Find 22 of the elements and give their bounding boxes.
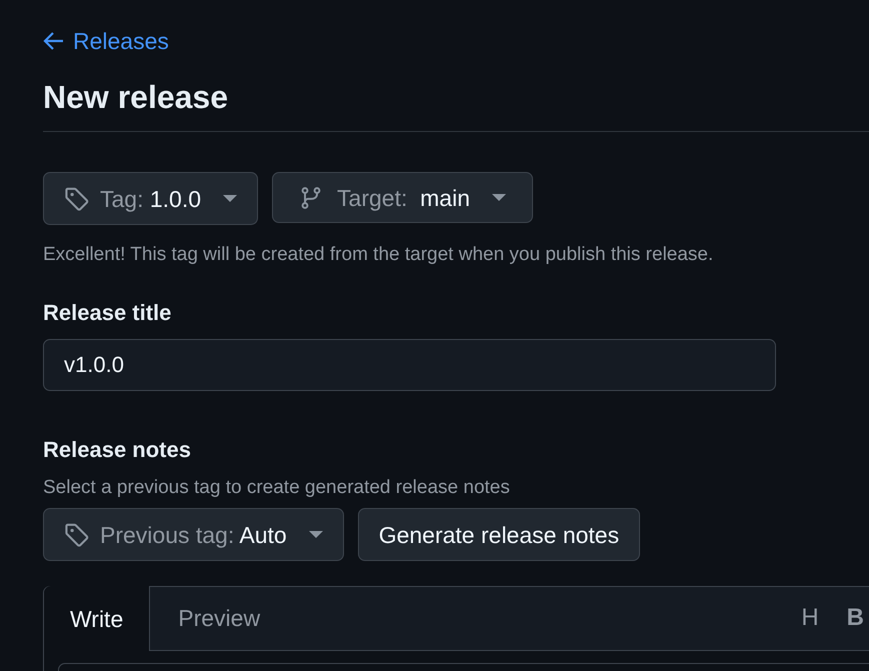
release-notes-hint: Select a previous tag to create generated release notes <box>43 476 511 500</box>
caret-icon <box>492 194 506 202</box>
release-title-label: Release title <box>43 298 172 327</box>
target-dropdown[interactable]: Target: main <box>272 172 533 224</box>
caret-icon <box>223 194 238 203</box>
page-title: New release <box>43 78 230 118</box>
editor-tab[interactable]: Write <box>44 586 150 652</box>
editor-tab[interactable]: Preview <box>150 586 288 650</box>
tag-dropdown[interactable]: Tag: 1.0.0 <box>43 172 258 226</box>
tag-icon <box>64 186 90 212</box>
release-title-field[interactable]: v1.0.0 <box>43 338 776 391</box>
bold-button[interactable]: B <box>846 600 864 636</box>
heading-button[interactable]: H <box>801 600 819 636</box>
caret-icon <box>308 530 323 539</box>
release-notes-label: Release notes <box>43 436 192 464</box>
back-link[interactable]: Releases <box>43 24 169 58</box>
tag-icon <box>64 522 90 548</box>
generate-notes-button[interactable]: Generate release notes <box>358 508 640 562</box>
left-arrow-icon <box>43 31 65 52</box>
branch-icon <box>299 184 324 211</box>
previous-tag-dropdown[interactable]: Previous tag: Auto <box>43 508 344 562</box>
tag-note: Excellent! This tag will be created from the target when you publish this release. <box>43 243 714 268</box>
